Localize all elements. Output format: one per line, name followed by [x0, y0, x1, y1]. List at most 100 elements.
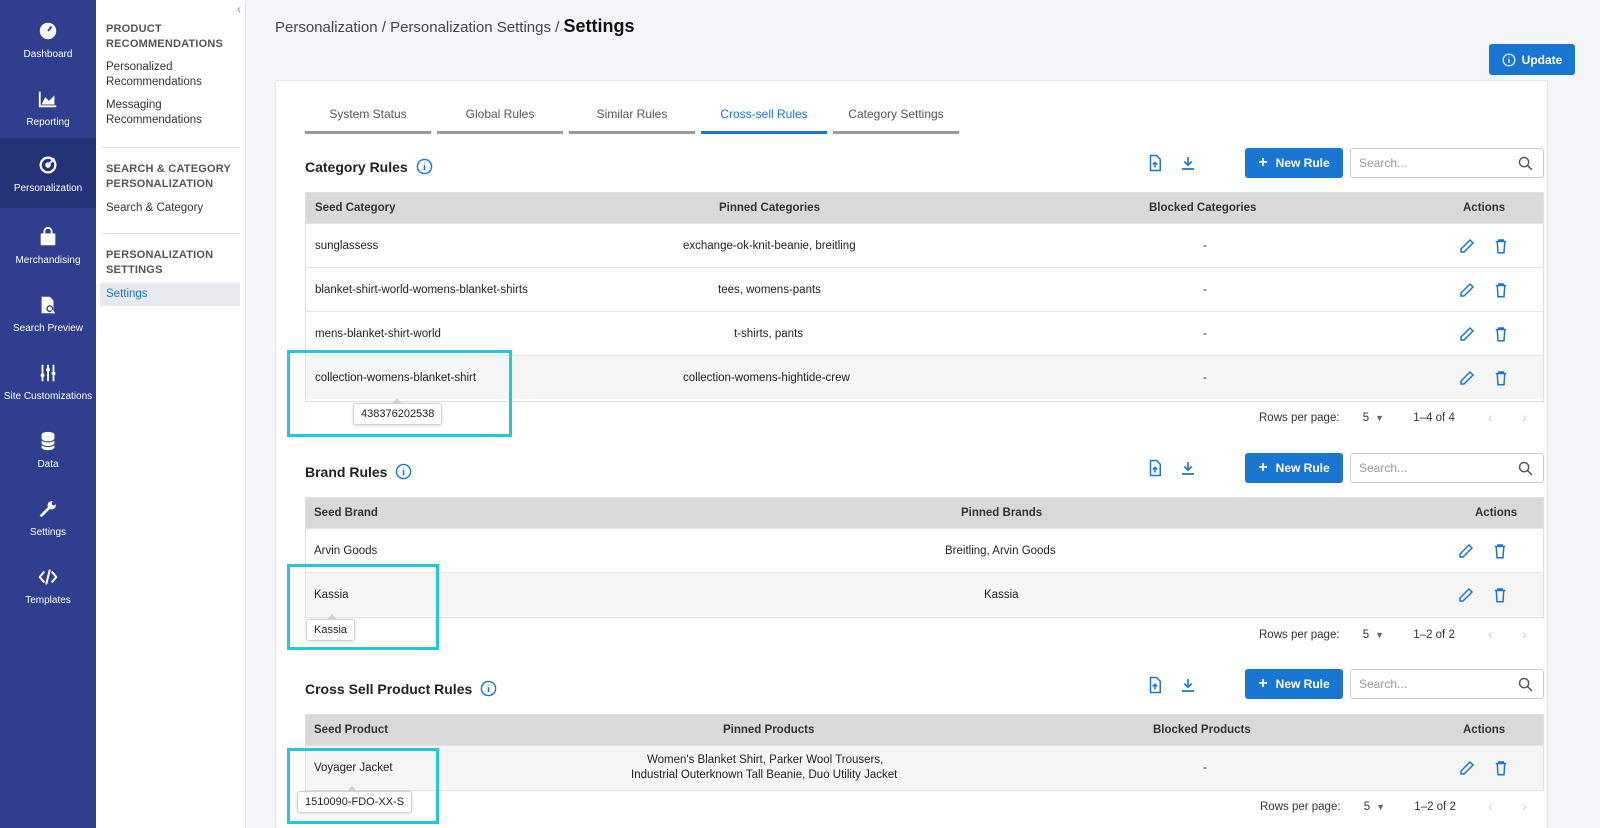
new-rule-button[interactable]: + New Rule: [1245, 453, 1343, 483]
edit-pencil-icon[interactable]: [1458, 237, 1476, 255]
column-header: Seed Category: [315, 202, 396, 214]
info-icon[interactable]: [416, 158, 433, 175]
update-button-label: Update: [1521, 52, 1563, 67]
rail-item-site-customizations[interactable]: Site Customizations: [0, 348, 96, 412]
rail-item-personalization[interactable]: Personalization: [0, 138, 96, 208]
rows-per-page-select[interactable]: 5 ▼: [1363, 629, 1384, 641]
blocked-categories-cell: -: [1203, 284, 1207, 296]
rows-per-page-select[interactable]: 5 ▼: [1363, 412, 1384, 424]
collapse-chevron-icon[interactable]: ‹: [237, 2, 241, 16]
search-icon[interactable]: [1517, 155, 1534, 172]
previous-page-icon[interactable]: ‹: [1488, 798, 1493, 814]
tab-category-settings[interactable]: Category Settings: [833, 96, 959, 134]
pinned-products-cell-line-2: Industrial Outerknown Tall Beanie, Duo U…: [631, 769, 898, 781]
info-icon: [1502, 53, 1516, 66]
table-row: Kassia Kassia: [306, 572, 1543, 616]
section-title-text: Brand Rules: [305, 463, 388, 480]
search-field[interactable]: [1350, 669, 1544, 699]
seed-category-cell: sunglassess: [315, 240, 379, 252]
pinned-products-cell-line-1: Women's Blanket Shirt, Parker Wool Trous…: [647, 754, 884, 766]
subnav-link-personalized-recommendations[interactable]: Personalized Recommendations: [106, 60, 241, 90]
rail-item-settings[interactable]: Settings: [0, 484, 96, 548]
info-icon[interactable]: [395, 463, 412, 480]
rail-item-dashboard[interactable]: Dashboard: [0, 6, 96, 70]
delete-trash-icon[interactable]: [1492, 237, 1510, 255]
rail-item-merchandising[interactable]: Merchandising: [0, 212, 96, 276]
section-title-text: Cross Sell Product Rules: [305, 680, 473, 697]
rows-per-page-label: Rows per page:: [1259, 629, 1340, 641]
download-icon[interactable]: [1179, 459, 1197, 477]
highlight-box: [287, 350, 512, 437]
delete-trash-icon[interactable]: [1492, 281, 1510, 299]
edit-pencil-icon[interactable]: [1458, 759, 1476, 777]
info-icon[interactable]: [480, 680, 497, 697]
edit-pencil-icon[interactable]: [1458, 281, 1476, 299]
search-input[interactable]: [1359, 677, 1509, 691]
download-icon[interactable]: [1179, 154, 1197, 172]
rows-per-page-select[interactable]: 5 ▼: [1364, 801, 1385, 813]
search-input[interactable]: [1359, 156, 1509, 170]
rail-label: Merchandising: [15, 255, 81, 266]
rail-label: Data: [37, 459, 59, 470]
delete-trash-icon[interactable]: [1492, 325, 1510, 343]
tab-system-status[interactable]: System Status: [305, 96, 431, 134]
pinned-categories-cell: t-shirts, pants: [734, 328, 804, 340]
subnav-divider: [102, 233, 240, 234]
breadcrumb-path[interactable]: Personalization / Personalization Settin…: [275, 19, 564, 36]
seed-category-cell: mens-blanket-shirt-world: [315, 328, 441, 340]
rail-item-data[interactable]: Data: [0, 416, 96, 480]
rows-per-page-value: 5: [1362, 412, 1370, 424]
blocked-categories-cell: -: [1203, 372, 1207, 384]
pinned-brands-cell: Breitling, Arvin Goods: [945, 545, 1056, 557]
tab-similar-rules[interactable]: Similar Rules: [569, 96, 695, 134]
subnav-link-search-category[interactable]: Search & Category: [106, 201, 241, 216]
delete-trash-icon[interactable]: [1491, 542, 1509, 560]
rail-label: Templates: [25, 595, 71, 606]
download-icon[interactable]: [1179, 676, 1197, 694]
next-page-icon[interactable]: ›: [1522, 798, 1527, 814]
caret-down-icon: ▼: [1375, 630, 1385, 640]
tab-cross-sell-rules[interactable]: Cross-sell Rules: [701, 96, 827, 134]
wrench-icon: [39, 501, 56, 518]
upload-file-icon[interactable]: [1146, 676, 1164, 694]
search-input[interactable]: [1359, 461, 1509, 475]
edit-pencil-icon[interactable]: [1457, 542, 1475, 560]
search-field[interactable]: [1350, 148, 1544, 178]
new-rule-button[interactable]: + New Rule: [1245, 669, 1343, 699]
subnav-link-settings[interactable]: Settings: [100, 283, 240, 306]
delete-trash-icon[interactable]: [1492, 759, 1510, 777]
update-button[interactable]: Update: [1489, 44, 1575, 75]
rail-label: Settings: [29, 527, 67, 538]
upload-file-icon[interactable]: [1146, 154, 1164, 172]
rail-item-search-preview[interactable]: Search Preview: [0, 280, 96, 344]
new-rule-button[interactable]: + New Rule: [1245, 148, 1343, 178]
new-rule-label: New Rule: [1275, 461, 1330, 475]
pinned-brands-cell: Kassia: [984, 589, 1019, 601]
previous-page-icon[interactable]: ‹: [1488, 626, 1493, 642]
section-title-text: Category Rules: [305, 158, 408, 175]
delete-trash-icon[interactable]: [1491, 586, 1509, 604]
next-page-icon[interactable]: ›: [1522, 626, 1527, 642]
subnav-link-messaging-recommendations[interactable]: Messaging Recommendations: [106, 98, 241, 128]
database-icon: [41, 431, 55, 451]
rail-label: Reporting: [26, 117, 70, 128]
previous-page-icon[interactable]: ‹: [1488, 409, 1493, 425]
rail-item-reporting[interactable]: Reporting: [0, 74, 96, 138]
search-icon[interactable]: [1517, 676, 1534, 693]
plus-icon: +: [1258, 675, 1268, 692]
plus-icon: +: [1258, 459, 1268, 476]
pagination: Rows per page: 5 ▼ 1–4 of 4: [1259, 412, 1455, 424]
search-field[interactable]: [1350, 453, 1544, 483]
edit-pencil-icon[interactable]: [1457, 586, 1475, 604]
left-rail: Dashboard Reporting Personalization Merc…: [0, 0, 96, 828]
edit-pencil-icon[interactable]: [1458, 369, 1476, 387]
pagination: Rows per page: 5 ▼ 1–2 of 2: [1260, 801, 1456, 813]
rail-item-templates[interactable]: Templates: [0, 552, 96, 616]
upload-file-icon[interactable]: [1146, 459, 1164, 477]
search-icon[interactable]: [1517, 460, 1534, 477]
tab-global-rules[interactable]: Global Rules: [437, 96, 563, 134]
delete-trash-icon[interactable]: [1492, 369, 1510, 387]
next-page-icon[interactable]: ›: [1522, 409, 1527, 425]
column-header: Seed Product: [314, 724, 389, 736]
edit-pencil-icon[interactable]: [1458, 325, 1476, 343]
